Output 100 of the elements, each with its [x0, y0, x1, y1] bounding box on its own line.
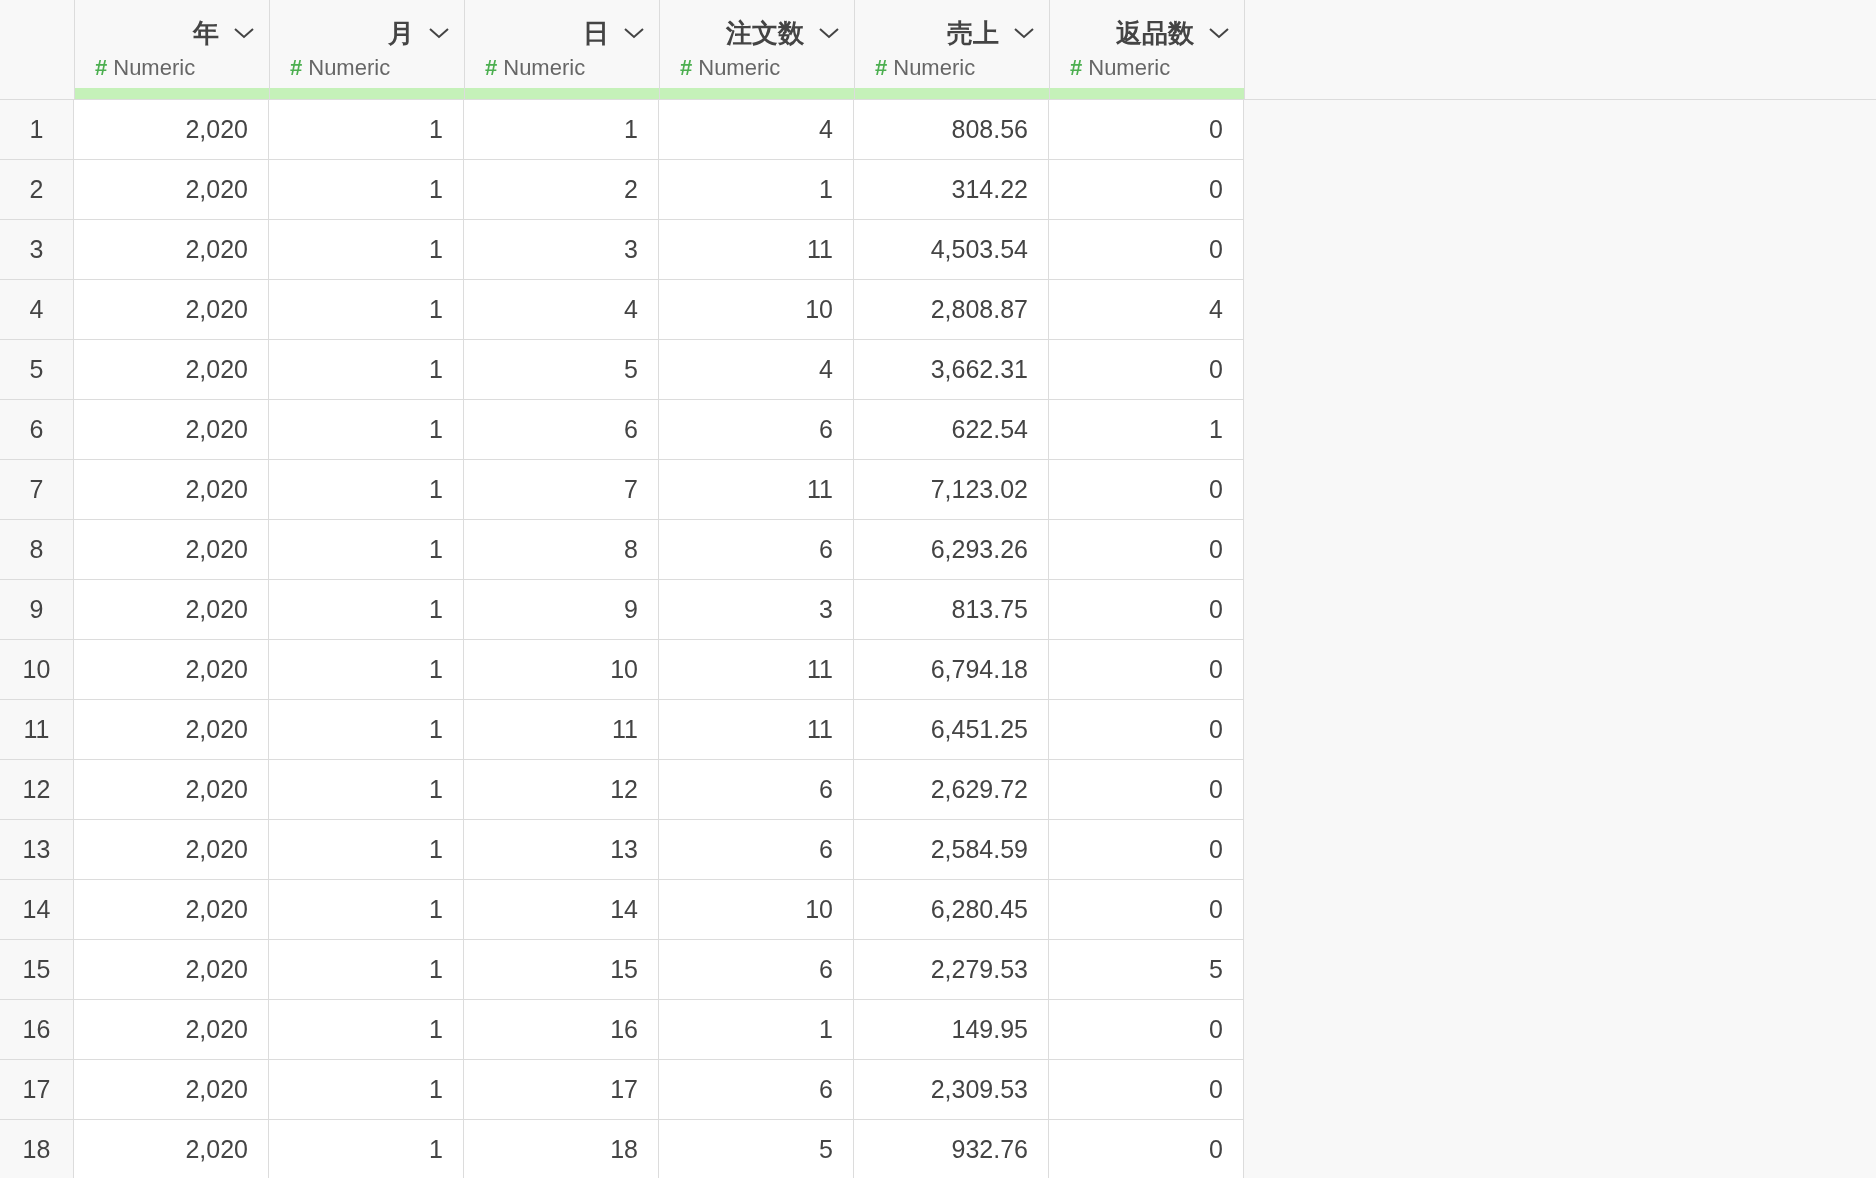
- table-cell: 1: [464, 100, 659, 160]
- column-name: 月: [388, 16, 414, 50]
- table-cell: 11: [659, 220, 854, 280]
- table-cell: 6,280.45: [854, 880, 1049, 940]
- type-mark: #: [680, 55, 693, 81]
- table-cell: 2,020: [74, 460, 269, 520]
- table-cell: 6,293.26: [854, 520, 1049, 580]
- column-header[interactable]: 月 # Numeric: [270, 0, 465, 99]
- row-number: 1: [0, 100, 74, 160]
- type-mark: #: [290, 55, 303, 81]
- table-cell: 2,020: [74, 100, 269, 160]
- chevron-down-icon[interactable]: [818, 26, 840, 40]
- table-cell: 2,309.53: [854, 1060, 1049, 1120]
- table-cell: 2,629.72: [854, 760, 1049, 820]
- table-cell: 5: [659, 1120, 854, 1178]
- column-header[interactable]: 返品数 # Numeric: [1050, 0, 1245, 99]
- table-cell: 2,020: [74, 820, 269, 880]
- table-cell: 1: [1049, 400, 1244, 460]
- row-number: 15: [0, 940, 74, 1000]
- row-number: 5: [0, 340, 74, 400]
- table-cell: 5: [464, 340, 659, 400]
- chevron-down-icon[interactable]: [1013, 26, 1035, 40]
- table-cell: 11: [659, 460, 854, 520]
- table-cell: 0: [1049, 220, 1244, 280]
- table-cell: 4: [659, 340, 854, 400]
- table-cell: 0: [1049, 760, 1244, 820]
- column-header[interactable]: 日 # Numeric: [465, 0, 660, 99]
- table-cell: 1: [269, 700, 464, 760]
- column-header[interactable]: 年 # Numeric: [75, 0, 270, 99]
- table-cell: 1: [269, 160, 464, 220]
- table-cell: 0: [1049, 880, 1244, 940]
- table-cell: 4: [464, 280, 659, 340]
- table-cell: 11: [659, 640, 854, 700]
- table-cell: 6: [659, 820, 854, 880]
- table-cell: 2,020: [74, 280, 269, 340]
- table-cell: 1: [269, 940, 464, 1000]
- table-cell: 3,662.31: [854, 340, 1049, 400]
- table-cell: 4: [1049, 280, 1244, 340]
- table-cell: 2,279.53: [854, 940, 1049, 1000]
- table-cell: 0: [1049, 820, 1244, 880]
- table-cell: 10: [659, 880, 854, 940]
- table-cell: 15: [464, 940, 659, 1000]
- row-number: 17: [0, 1060, 74, 1120]
- column-name: 返品数: [1116, 16, 1194, 50]
- table-cell: 1: [269, 220, 464, 280]
- table-cell: 2,020: [74, 400, 269, 460]
- table-cell: 6: [659, 400, 854, 460]
- table-cell: 2,020: [74, 220, 269, 280]
- table-cell: 808.56: [854, 100, 1049, 160]
- table-cell: 2,020: [74, 160, 269, 220]
- table-cell: 932.76: [854, 1120, 1049, 1178]
- table-cell: 11: [464, 700, 659, 760]
- table-cell: 18: [464, 1120, 659, 1178]
- table-cell: 3: [659, 580, 854, 640]
- table-cell: 0: [1049, 1060, 1244, 1120]
- column-header[interactable]: 注文数 # Numeric: [660, 0, 855, 99]
- type-mark: #: [95, 55, 108, 81]
- table-cell: 1: [269, 1120, 464, 1178]
- type-mark: #: [875, 55, 888, 81]
- table-cell: 1: [269, 880, 464, 940]
- chevron-down-icon[interactable]: [1208, 26, 1230, 40]
- table-cell: 1: [269, 460, 464, 520]
- table-cell: 2,020: [74, 700, 269, 760]
- table-cell: 1: [269, 580, 464, 640]
- table-cell: 2,020: [74, 640, 269, 700]
- table-cell: 10: [659, 280, 854, 340]
- type-mark: #: [485, 55, 498, 81]
- table-cell: 2,020: [74, 520, 269, 580]
- table-cell: 6: [659, 520, 854, 580]
- table-cell: 0: [1049, 640, 1244, 700]
- table-cell: 1: [269, 760, 464, 820]
- table-cell: 0: [1049, 580, 1244, 640]
- row-number: 7: [0, 460, 74, 520]
- table-cell: 4: [659, 100, 854, 160]
- table-cell: 0: [1049, 100, 1244, 160]
- column-type: Numeric: [1088, 55, 1171, 81]
- column-type: Numeric: [503, 55, 586, 81]
- column-name: 注文数: [726, 16, 804, 50]
- chevron-down-icon[interactable]: [428, 26, 450, 40]
- table-cell: 149.95: [854, 1000, 1049, 1060]
- column-type: Numeric: [113, 55, 196, 81]
- table-cell: 0: [1049, 1120, 1244, 1178]
- table-cell: 2,020: [74, 1000, 269, 1060]
- chevron-down-icon[interactable]: [233, 26, 255, 40]
- table-cell: 6: [659, 940, 854, 1000]
- table-cell: 6: [659, 1060, 854, 1120]
- table-cell: 6: [464, 400, 659, 460]
- table-cell: 7,123.02: [854, 460, 1049, 520]
- table-cell: 314.22: [854, 160, 1049, 220]
- table-cell: 11: [659, 700, 854, 760]
- table-cell: 2,020: [74, 580, 269, 640]
- table-cell: 2: [464, 160, 659, 220]
- table-cell: 13: [464, 820, 659, 880]
- column-type: Numeric: [893, 55, 976, 81]
- table-cell: 0: [1049, 160, 1244, 220]
- table-cell: 2,020: [74, 1060, 269, 1120]
- column-header[interactable]: 売上 # Numeric: [855, 0, 1050, 99]
- table-cell: 1: [269, 1000, 464, 1060]
- chevron-down-icon[interactable]: [623, 26, 645, 40]
- row-number: 11: [0, 700, 74, 760]
